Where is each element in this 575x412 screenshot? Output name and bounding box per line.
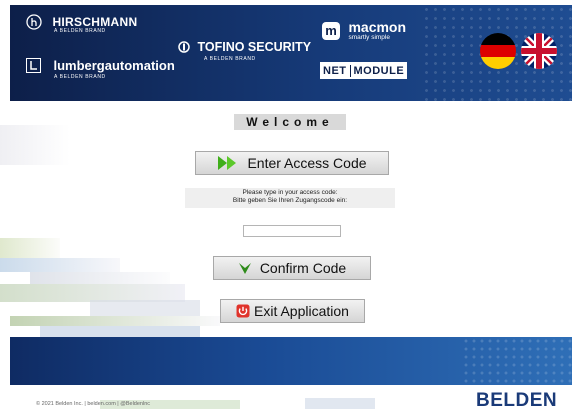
instructions-de: Bitte geben Sie Ihren Zugangscode ein: — [232, 197, 348, 204]
lumberg-logo: lumbergautomation A BELDEN BRAND — [26, 57, 175, 80]
decor-strip — [90, 300, 200, 316]
uk-flag-button[interactable] — [521, 33, 557, 69]
lumberg-icon — [26, 58, 41, 74]
decor-strip — [30, 272, 170, 284]
decor-strip — [40, 326, 200, 337]
tofino-logo: TOFINO SECURITY A BELDEN BRAND — [178, 38, 311, 62]
decor-strip — [0, 238, 60, 258]
enter-access-code-label: Enter Access Code — [247, 155, 367, 171]
band-dot-pattern — [462, 337, 572, 385]
hirschmann-sub: A BELDEN BRAND — [54, 28, 106, 34]
lumberg-sub: A BELDEN BRAND — [54, 74, 106, 80]
double-arrow-right-icon — [218, 156, 237, 170]
instructions-en: Please type in your access code: — [242, 189, 338, 196]
footer-band — [10, 337, 572, 385]
decor-strip — [0, 125, 70, 165]
confirm-code-button[interactable]: Confirm Code — [213, 256, 371, 280]
german-flag-button[interactable] — [480, 33, 516, 69]
access-code-input[interactable] — [243, 225, 341, 237]
hirschmann-name: HIRSCHMANN — [52, 14, 138, 29]
macmon-icon: m — [322, 22, 340, 40]
macmon-name: macmon — [348, 19, 407, 35]
tofino-sub: A BELDEN BRAND — [204, 56, 256, 62]
tofino-icon — [178, 41, 190, 53]
welcome-heading: Welcome — [234, 114, 346, 130]
decor-strip — [305, 398, 375, 409]
macmon-logo: m macmon smartly simple — [322, 19, 407, 41]
instructions-box: Please type in your access code: Bitte g… — [185, 188, 395, 208]
lumberg-name: lumbergautomation — [53, 58, 175, 74]
tofino-name: TOFINO SECURITY — [197, 39, 312, 54]
exit-application-label: Exit Application — [254, 303, 349, 319]
header-banner: HIRSCHMANN A BELDEN BRAND lumbergautomat… — [10, 5, 572, 101]
copyright-text: © 2021 Belden Inc. | belden.com | @Belde… — [36, 401, 151, 407]
netmodule-net: NET — [323, 64, 347, 77]
netmodule-logo: NET MODULE — [320, 62, 408, 79]
exit-application-button[interactable]: Exit Application — [220, 299, 365, 323]
macmon-sub: smartly simple — [348, 34, 390, 41]
decor-strip — [0, 258, 120, 272]
hirschmann-icon — [26, 14, 42, 30]
confirm-code-label: Confirm Code — [259, 260, 347, 276]
decor-strip — [10, 316, 220, 326]
enter-access-code-button[interactable]: Enter Access Code — [195, 151, 389, 175]
hirschmann-logo: HIRSCHMANN A BELDEN BRAND — [26, 13, 137, 34]
netmodule-module: MODULE — [353, 64, 405, 77]
power-icon — [236, 304, 250, 318]
uk-flag-icon — [521, 33, 557, 69]
check-arrow-down-icon — [238, 263, 251, 274]
